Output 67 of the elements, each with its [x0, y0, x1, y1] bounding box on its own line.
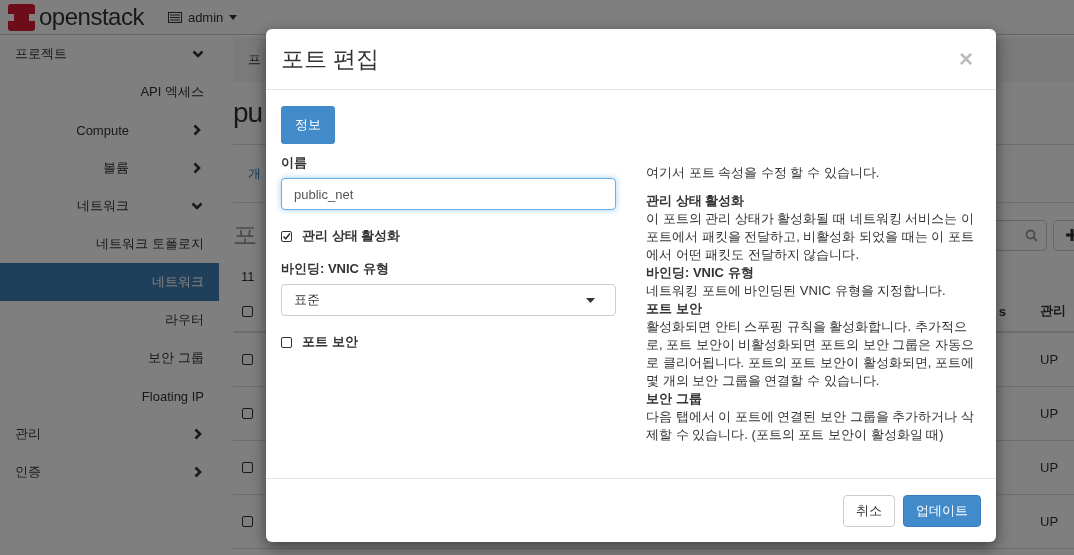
- sidebar-item[interactable]: 네트워크 토폴로지: [0, 225, 219, 263]
- sidebar-label: Compute: [76, 122, 129, 138]
- checkbox[interactable]: [242, 354, 253, 365]
- table-cell: UP: [1040, 514, 1059, 529]
- cancel-button[interactable]: 취소: [843, 494, 895, 527]
- sidebar-item[interactable]: Compute: [0, 111, 219, 149]
- checkbox-label: 관리 상태 활성화: [302, 227, 401, 245]
- logo-icon: [8, 3, 35, 31]
- logo-text: openstack: [39, 3, 144, 31]
- sidebar-item[interactable]: 보안 그룹: [0, 339, 219, 377]
- tab[interactable]: 개: [248, 164, 261, 183]
- sidebar-label: 프로젝트: [15, 45, 67, 63]
- sidebar-item[interactable]: API 엑세스: [0, 73, 219, 111]
- chevron-down-icon: [192, 48, 204, 60]
- sidebar-label: 볼륨: [103, 159, 129, 177]
- sidebar-item[interactable]: 네트워크: [0, 263, 219, 301]
- help-text: 활성화되면 안티 스푸핑 규칙을 활성화합니다. 추가적으로, 포트 보안이 비활성화되면 포트의 보안 그룹은 자동으로 클리어됩니다. 포트의 포트 보안이 활성화되면, 포트에 몇 개의 보안 그룹을 연결할 수 있습니다.: [646, 318, 975, 390]
- chevron-right-icon: [191, 124, 203, 136]
- sidebar-item[interactable]: Floating IP: [0, 377, 219, 415]
- sidebar-item[interactable]: 라우터: [0, 301, 219, 339]
- project-icon: [167, 11, 182, 23]
- field-label: 바인딩: VNIC 유형: [281, 260, 390, 278]
- table-cell: UP: [1040, 352, 1059, 367]
- search-icon: [1025, 228, 1038, 242]
- chevron-right-icon: [191, 162, 203, 174]
- column-header: s: [998, 303, 1006, 319]
- column-header: 관리: [1040, 302, 1066, 320]
- checkbox[interactable]: [281, 230, 292, 242]
- dialog-title: 포트 편집: [281, 44, 380, 74]
- sidebar-item[interactable]: 인증: [0, 453, 219, 491]
- chevron-right-icon: [192, 428, 204, 440]
- checkbox[interactable]: [242, 462, 253, 473]
- checkbox[interactable]: [281, 336, 292, 348]
- help-heading: 바인딩: VNIC 유형: [646, 264, 755, 282]
- checkbox[interactable]: [242, 516, 253, 527]
- sidebar-item[interactable]: 관리: [0, 415, 219, 453]
- sidebar-label: 관리: [15, 425, 41, 443]
- name-field[interactable]: public_net: [281, 178, 616, 210]
- table-cell: UP: [1040, 460, 1059, 475]
- page-title: pu: [233, 97, 263, 129]
- help-text: 여기서 포트 속성을 수정 할 수 있습니다.: [646, 164, 881, 182]
- update-button[interactable]: 업데이트: [903, 494, 981, 527]
- tab[interactable]: 정보: [281, 106, 335, 144]
- help-text: 이 포트의 관리 상태가 활성화될 때 네트워킹 서비스는 이 포트에서 패킷을 전달하고, 비활성화 되었을 때는 이 포트에서 어떤 패킷도 전달하지 않습니다.: [646, 210, 975, 264]
- checkbox-label: 포트 보안: [302, 333, 358, 351]
- checkbox[interactable]: [242, 305, 253, 317]
- user-menu[interactable]: admin: [187, 9, 224, 25]
- sidebar-label: 네트워크: [77, 197, 129, 215]
- help-heading: 포트 보안: [646, 300, 703, 318]
- checkbox[interactable]: [242, 408, 253, 419]
- sidebar-item[interactable]: 프로젝트: [0, 35, 219, 73]
- sidebar-item[interactable]: 볼륨: [0, 149, 219, 187]
- caret-icon: [229, 14, 238, 20]
- chevron-down-icon: [191, 200, 203, 212]
- field-label: 이름: [281, 154, 308, 172]
- row-count: 11: [241, 268, 255, 284]
- table-cell: UP: [1040, 406, 1059, 421]
- breadcrumb[interactable]: 프: [248, 51, 261, 69]
- help-text: 네트워킹 포트에 바인딩된 VNIC 유형을 지정합니다.: [646, 282, 947, 300]
- sidebar-label: 인증: [15, 463, 41, 481]
- chevron-right-icon: [192, 466, 204, 478]
- help-heading: 보안 그룹: [646, 390, 703, 408]
- help-text: 다음 탭에서 이 포트에 연결된 보안 그룹을 추가하거나 삭제할 수 있습니다. (포트의 포트 보안이 활성화일 때): [646, 408, 975, 444]
- sidebar-item[interactable]: 네트워크: [0, 187, 219, 225]
- caret-icon: [586, 297, 595, 303]
- vnic-select[interactable]: 표준: [281, 284, 616, 316]
- help-heading: 관리 상태 활성화: [646, 192, 746, 210]
